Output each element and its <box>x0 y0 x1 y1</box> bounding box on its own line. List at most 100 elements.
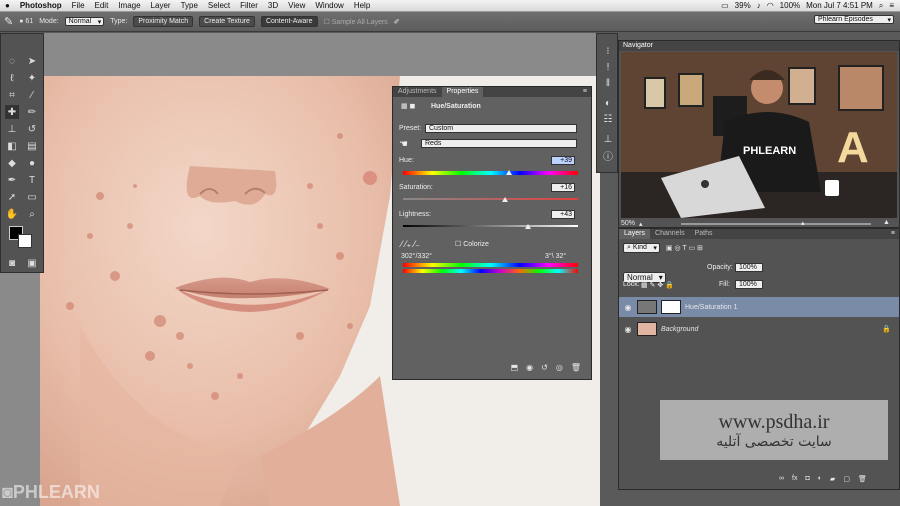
menu-image[interactable]: Image <box>113 1 145 10</box>
colorize-checkbox[interactable]: ☐ Colorize <box>455 240 489 248</box>
brush-panel-icon[interactable]: ! <box>601 60 615 74</box>
adjustments-panel-icon[interactable]: ◐ <box>601 96 615 110</box>
brush-presets-icon[interactable]: ǁ <box>601 76 615 90</box>
background-color-swatch[interactable] <box>18 234 32 248</box>
hand-tool-icon[interactable]: ✋ <box>5 207 19 221</box>
new-adjustment-icon[interactable]: ◐ <box>818 475 822 483</box>
battery-icon[interactable]: ▭ <box>721 1 729 10</box>
content-aware-button[interactable]: Content-Aware <box>260 16 318 27</box>
zoom-in-icon[interactable]: ▲ <box>883 219 890 226</box>
healing-brush-icon[interactable]: ✚ <box>5 105 19 119</box>
add-mask-icon[interactable]: ◘ <box>805 475 809 483</box>
filter-kind-select[interactable]: ⌕ Kind <box>623 243 660 253</box>
lightness-slider-track[interactable] <box>403 225 578 227</box>
layer-visibility-eye-icon[interactable]: ◉ <box>619 325 637 334</box>
menu-filter[interactable]: Filter <box>235 1 263 10</box>
type-tool-icon[interactable]: T <box>25 173 39 187</box>
app-name-menu[interactable]: Photoshop <box>15 1 67 10</box>
menu-edit[interactable]: Edit <box>90 1 114 10</box>
info-panel-icon[interactable]: ⓘ <box>601 148 615 163</box>
reset-icon[interactable]: ↺ <box>541 363 548 379</box>
menu-help[interactable]: Help <box>349 1 375 10</box>
path-select-icon[interactable]: ➚ <box>5 190 19 204</box>
crop-tool-icon[interactable]: ⌗ <box>5 88 19 102</box>
properties-panel-icon[interactable]: ☷ <box>601 112 615 126</box>
clone-source-icon[interactable]: ⊥ <box>601 132 615 146</box>
visibility-icon[interactable]: ◎ <box>556 363 563 379</box>
tab-adjustments[interactable]: Adjustments <box>393 87 442 97</box>
brush-preset-picker[interactable]: ● 61 <box>19 18 33 25</box>
brush-tool-icon[interactable]: ✏ <box>25 105 39 119</box>
lock-icons[interactable]: ▦ ✎ ✥ 🔒 <box>641 281 674 289</box>
opacity-input[interactable]: 100% <box>735 263 763 272</box>
list-icon[interactable]: ≡ <box>889 1 894 10</box>
channel-select[interactable]: Reds <box>421 139 577 148</box>
saturation-input[interactable]: +16 <box>551 183 575 192</box>
screen-mode-icon[interactable]: ▣ <box>25 256 39 270</box>
quick-mask-icon[interactable]: ◙ <box>5 256 19 270</box>
clip-to-layer-icon[interactable]: ⬒ <box>511 363 519 379</box>
zoom-slider[interactable] <box>681 223 871 225</box>
menu-view[interactable]: View <box>283 1 310 10</box>
lasso-tool-icon[interactable]: ℓ <box>5 71 19 85</box>
apple-icon[interactable]: ● <box>0 1 15 10</box>
shape-tool-icon[interactable]: ▭ <box>25 190 39 204</box>
fill-input[interactable]: 100% <box>735 280 763 289</box>
navigator-preview[interactable]: A PHLEARN <box>621 52 897 218</box>
wifi-icon[interactable]: ◠ <box>767 1 774 10</box>
clone-stamp-icon[interactable]: ⊥ <box>5 122 19 136</box>
tab-properties[interactable]: Properties <box>441 87 484 97</box>
eraser-icon[interactable]: ◧ <box>5 139 19 153</box>
patch-tool-icon[interactable]: ✎ <box>4 15 13 28</box>
workspace-select[interactable]: Phlearn Episodes <box>814 15 894 24</box>
zoom-slider-thumb[interactable]: ▴ <box>801 219 805 227</box>
menu-3d[interactable]: 3D <box>263 1 283 10</box>
saturation-slider-track[interactable] <box>403 198 578 200</box>
search-icon[interactable]: ⌕ <box>879 1 883 11</box>
mode-select[interactable]: Normal <box>64 17 105 26</box>
layers-menu-icon[interactable]: ≡ <box>887 229 899 239</box>
history-brush-icon[interactable]: ↺ <box>25 122 39 136</box>
tab-channels[interactable]: Channels <box>650 229 690 239</box>
new-layer-icon[interactable]: ▢ <box>843 475 850 483</box>
history-panel-icon[interactable]: ⁝ <box>601 44 615 58</box>
menubar-clock[interactable]: Mon Jul 7 4:51 PM <box>806 1 873 10</box>
proximity-match-button[interactable]: Proximity Match <box>133 16 194 27</box>
hue-input[interactable]: +39 <box>551 156 575 165</box>
volume-icon[interactable]: ♪ <box>757 1 761 10</box>
eyedropper-icon[interactable]: ⁄ <box>25 88 39 102</box>
gradient-tool-icon[interactable]: ▤ <box>25 139 39 153</box>
new-group-icon[interactable]: ▰ <box>830 475 835 483</box>
dodge-tool-icon[interactable]: ● <box>25 156 39 170</box>
menu-file[interactable]: File <box>67 1 90 10</box>
lightness-slider-thumb[interactable] <box>525 224 532 229</box>
lightness-input[interactable]: +43 <box>551 210 575 219</box>
pressure-icon[interactable]: ✐ <box>394 18 400 26</box>
layer-mask-thumbnail[interactable] <box>661 300 681 314</box>
view-previous-icon[interactable]: ◉ <box>526 363 533 379</box>
layer-visibility-eye-icon[interactable]: ◉ <box>619 303 637 312</box>
panel-menu-icon[interactable]: ≡ <box>579 87 591 97</box>
menu-window[interactable]: Window <box>310 1 348 10</box>
zoom-tool-icon[interactable]: ⌕ <box>25 207 39 221</box>
layer-name[interactable]: Background <box>661 326 698 333</box>
sample-all-layers-checkbox[interactable]: ☐ Sample All Layers <box>324 18 388 26</box>
tab-paths[interactable]: Paths <box>690 229 718 239</box>
pen-tool-icon[interactable]: ✒ <box>5 173 19 187</box>
fx-icon[interactable]: fx <box>792 475 797 483</box>
tab-layers[interactable]: Layers <box>619 229 651 239</box>
create-texture-button[interactable]: Create Texture <box>199 16 255 27</box>
blur-tool-icon[interactable]: ◆ <box>5 156 19 170</box>
menu-layer[interactable]: Layer <box>146 1 176 10</box>
delete-layer-icon[interactable]: 🗑 <box>858 475 867 483</box>
hue-slider-thumb[interactable] <box>506 170 513 175</box>
saturation-slider-thumb[interactable] <box>501 197 508 202</box>
move-tool-icon[interactable]: ➤ <box>25 54 39 68</box>
zoom-out-icon[interactable]: ▴ <box>639 220 643 228</box>
menu-select[interactable]: Select <box>203 1 235 10</box>
output-color-bar[interactable] <box>403 269 578 273</box>
magic-wand-icon[interactable]: ✦ <box>25 71 39 85</box>
trash-icon[interactable]: 🗑 <box>571 363 581 379</box>
zoom-value[interactable]: 50% <box>621 220 635 227</box>
link-layers-icon[interactable]: ∞ <box>779 475 784 483</box>
